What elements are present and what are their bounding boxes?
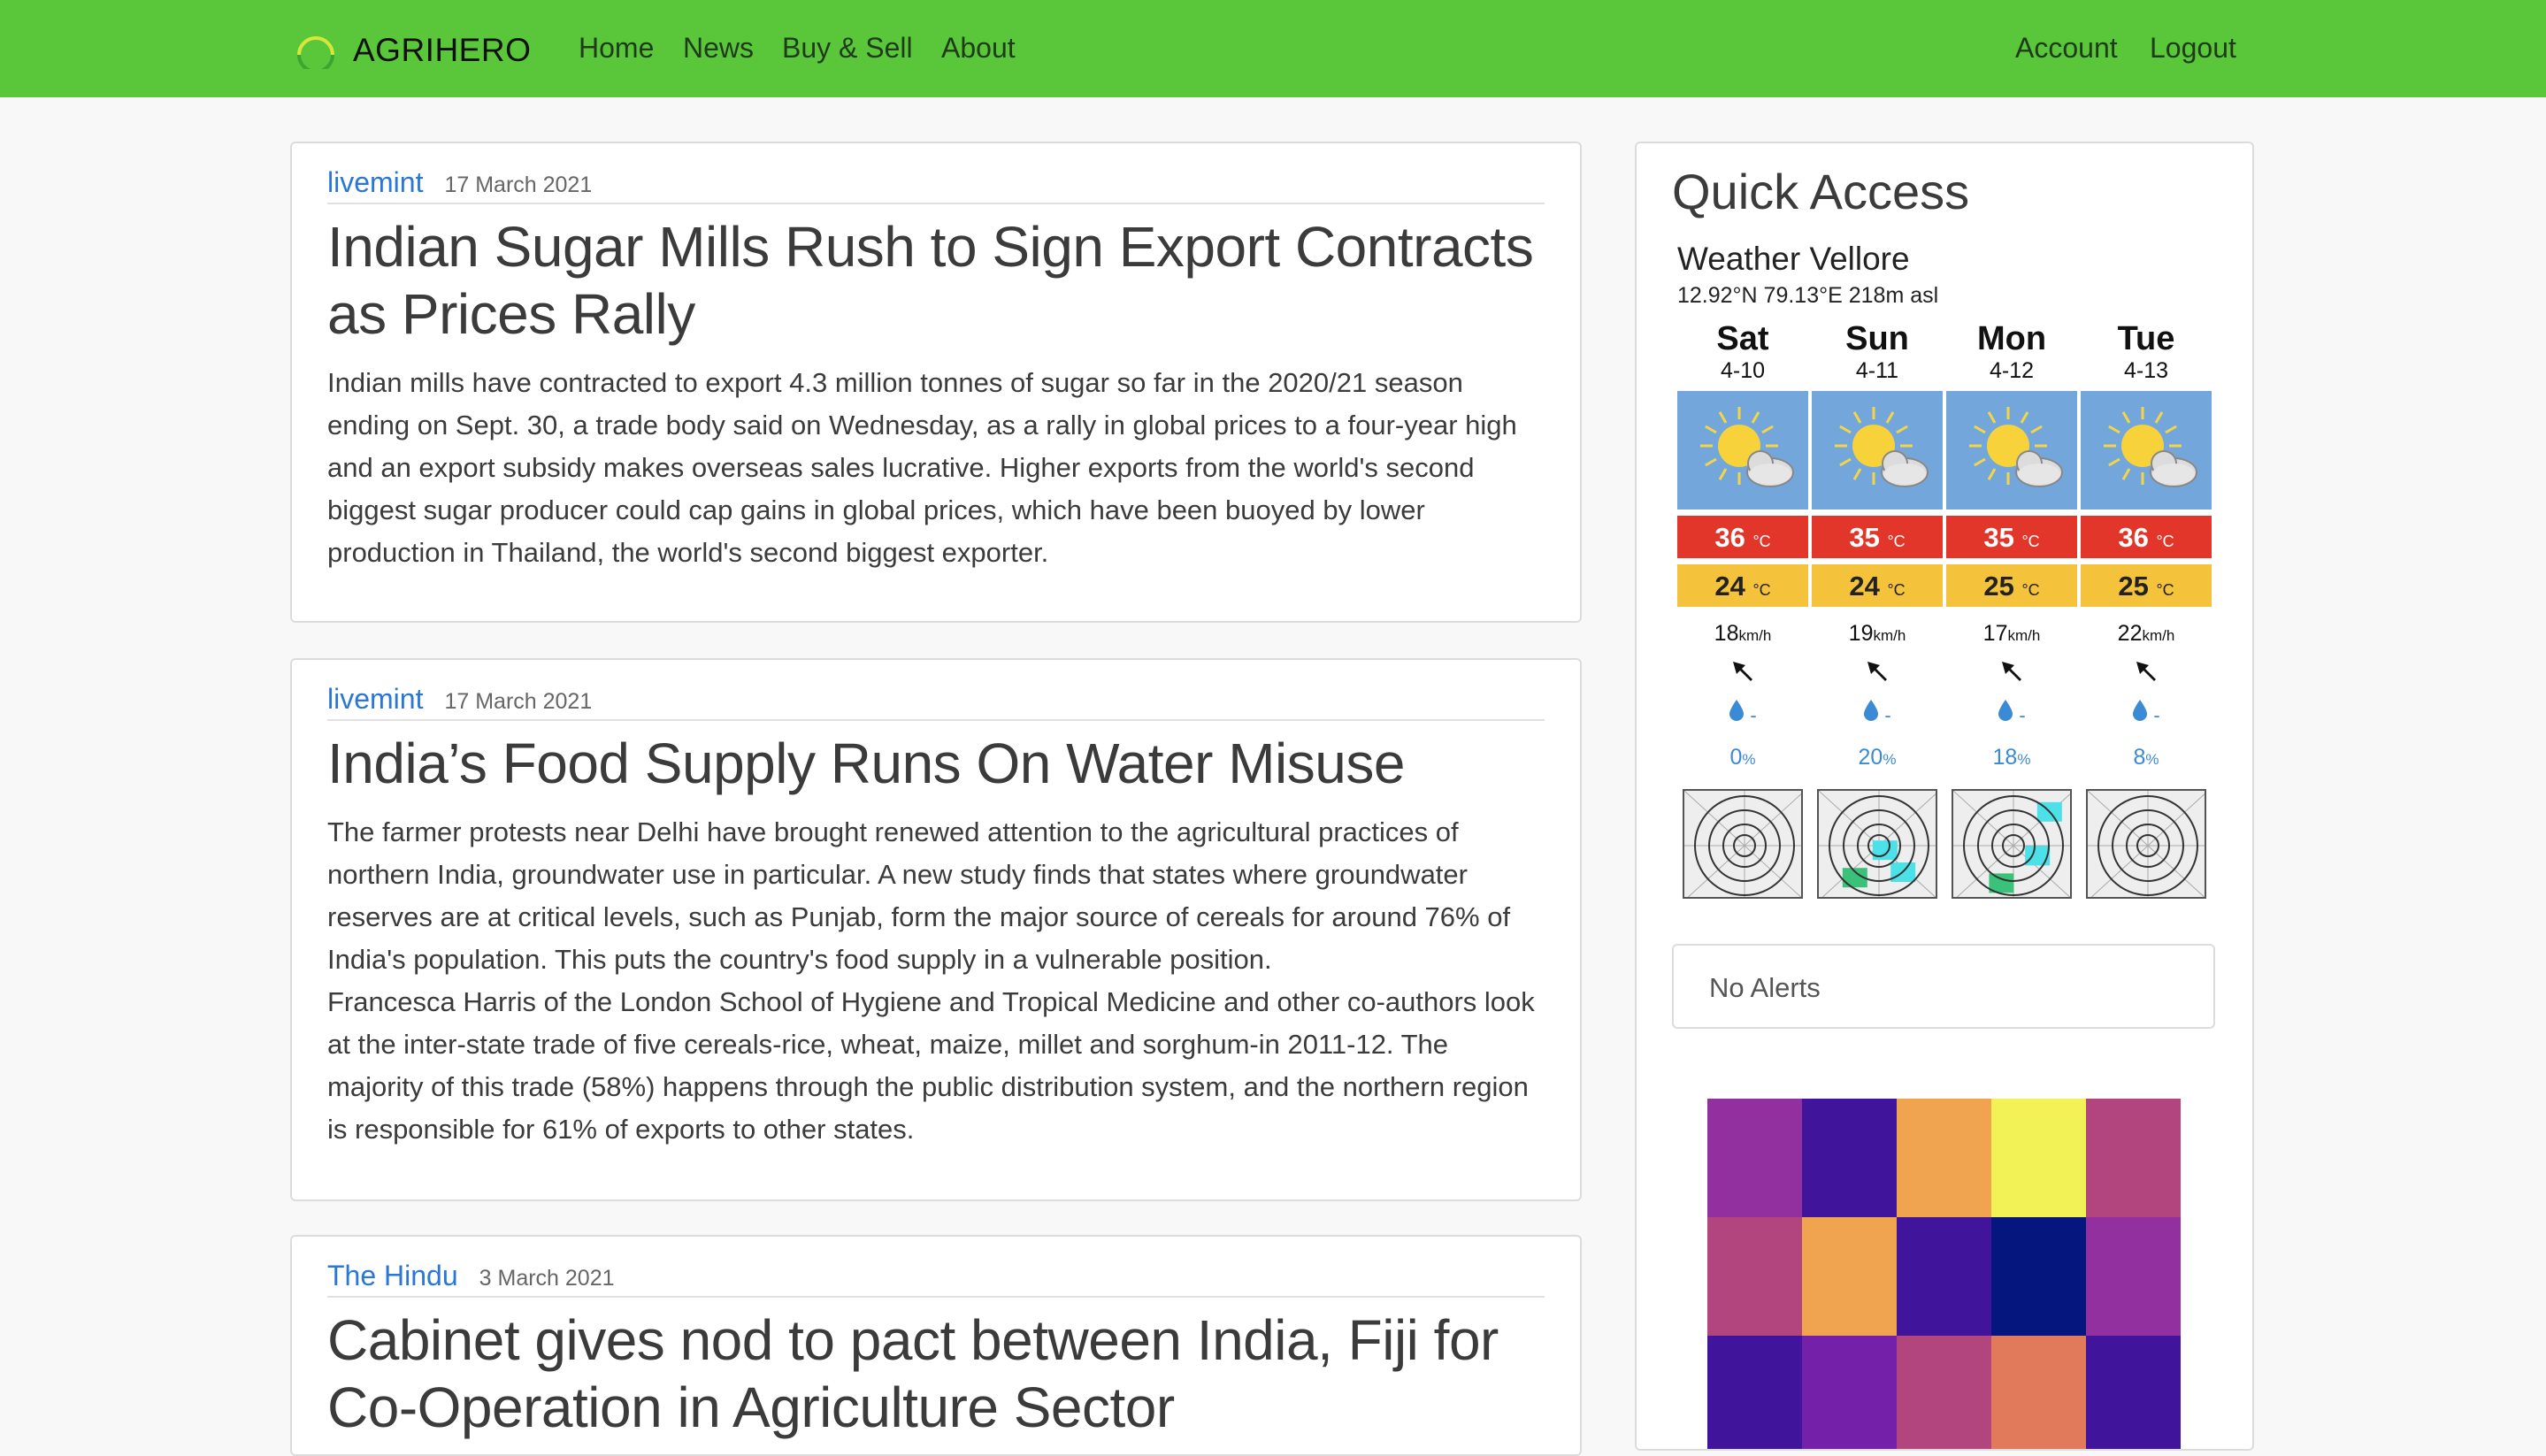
weather-day-date: 4-12: [1989, 358, 2035, 383]
max-temperature: 35 °C: [1812, 516, 1943, 558]
heatmap-cell: [1707, 1217, 1802, 1336]
precipitation-probability: 20%: [1858, 745, 1897, 770]
article-title[interactable]: India’s Food Supply Runs On Water Misuse: [327, 730, 1545, 797]
weather-day-name: Sat: [1716, 320, 1769, 357]
heatmap-cell: [1897, 1336, 1991, 1449]
nav-logout-link[interactable]: Logout: [2150, 32, 2236, 65]
alerts-text: No Alerts: [1709, 972, 1821, 1003]
sun-cloud-icon: [1946, 391, 2077, 510]
max-temperature: 36 °C: [1677, 516, 1808, 558]
brand[interactable]: AGRIHERO: [295, 27, 531, 73]
heatmap-cell: [2086, 1217, 2181, 1336]
news-card: livemint 17 March 2021 India’s Food Supp…: [290, 658, 1582, 1201]
sun-cloud-icon: [2081, 391, 2212, 510]
article-date: 17 March 2021: [444, 172, 593, 197]
wind-speed: 17km/h: [1982, 621, 2041, 646]
precipitation-probability: 8%: [2133, 745, 2159, 770]
heatmap-cell: [1802, 1099, 1897, 1217]
wind-direction-arrow-icon: [1677, 658, 1808, 689]
raindrop-icon: -: [1946, 699, 2077, 727]
news-card: livemint 17 March 2021 Indian Sugar Mill…: [290, 142, 1582, 623]
weather-day-name: Sun: [1845, 320, 1909, 357]
nav-account-link[interactable]: Account: [2015, 32, 2118, 65]
raindrop-icon: -: [1812, 699, 1943, 727]
heatmap-cell: [1707, 1336, 1802, 1449]
heatmap-cell: [1897, 1099, 1991, 1217]
max-temperature: 36 °C: [2081, 516, 2212, 558]
article-source-link[interactable]: livemint: [327, 683, 423, 716]
heatmap-cell: [2086, 1099, 2181, 1217]
heatmap-cell: [1897, 1217, 1991, 1336]
article-title[interactable]: Indian Sugar Mills Rush to Sign Export C…: [327, 213, 1545, 348]
article-body-paragraph: The farmer protests near Delhi have brou…: [327, 816, 1511, 975]
sun-cloud-icon: [1677, 391, 1808, 510]
weather-day-header: Tue 4-13: [2081, 320, 2212, 384]
article-date: 17 March 2021: [444, 689, 593, 714]
min-temperature: 24 °C: [1812, 564, 1943, 607]
article-title[interactable]: Cabinet gives nod to pact between India,…: [327, 1307, 1545, 1441]
wind-speed: 18km/h: [1714, 621, 1772, 646]
weather-day-header: Sun 4-11: [1812, 320, 1943, 384]
nav-home-link[interactable]: Home: [579, 32, 654, 65]
brand-logo-icon: [295, 27, 337, 73]
raindrop-icon: -: [2081, 699, 2212, 727]
article-body: Indian mills have contracted to export 4…: [327, 367, 1517, 568]
heatmap-cell: [1991, 1336, 2086, 1449]
weather-day-name: Mon: [1976, 320, 2047, 357]
article-source-link[interactable]: The Hindu: [327, 1260, 458, 1292]
news-card: The Hindu 3 March 2021 Cabinet gives nod…: [290, 1235, 1582, 1456]
wind-direction-arrow-icon: [1812, 658, 1943, 689]
max-temperature: 35 °C: [1946, 516, 2077, 558]
weather-day-header: Mon 4-12: [1946, 320, 2077, 384]
nav-buy-sell-link[interactable]: Buy & Sell: [782, 32, 913, 65]
weather-day-name: Tue: [2117, 320, 2175, 357]
precipitation-probability: 0%: [1729, 745, 1756, 770]
weather-coordinates: 12.92°N 79.13°E 218m asl: [1677, 283, 1939, 308]
article-body-paragraph: Francesca Harris of the London School of…: [327, 986, 1535, 1145]
weather-day-date: 4-13: [2123, 358, 2169, 383]
heatmap-cell: [1707, 1099, 1802, 1217]
rain-radar-map[interactable]: [1817, 789, 1937, 899]
wind-direction-arrow-icon: [2081, 658, 2212, 689]
brand-name: AGRIHERO: [353, 31, 532, 68]
weather-day-date: 4-10: [1720, 358, 1766, 383]
wind-direction-arrow-icon: [1946, 658, 2077, 689]
rain-radar-map[interactable]: [1683, 789, 1803, 899]
heatmap-cell: [1991, 1099, 2086, 1217]
wind-speed: 19km/h: [1848, 621, 1906, 646]
nav-news-link[interactable]: News: [683, 32, 754, 65]
min-temperature: 24 °C: [1677, 564, 1808, 607]
min-temperature: 25 °C: [1946, 564, 2077, 607]
article-meta: livemint 17 March 2021: [327, 166, 1545, 204]
quick-access-title: Quick Access: [1672, 164, 1970, 219]
rain-radar-map[interactable]: [1952, 789, 2072, 899]
raindrop-icon: -: [1677, 699, 1808, 727]
precipitation-probability: 18%: [1992, 745, 2031, 770]
heatmap-cell: [1802, 1336, 1897, 1449]
article-meta: The Hindu 3 March 2021: [327, 1260, 1545, 1298]
heatmap-cell: [2086, 1336, 2181, 1449]
weather-city: Weather Vellore: [1677, 241, 1910, 277]
top-navbar: AGRIHERO Home News Buy & Sell About Acco…: [0, 0, 2546, 97]
article-date: 3 March 2021: [479, 1266, 615, 1291]
article-meta: livemint 17 March 2021: [327, 683, 1545, 721]
min-temperature: 25 °C: [2081, 564, 2212, 607]
heatmap-cell: [1802, 1217, 1897, 1336]
weather-day-header: Sat 4-10: [1677, 320, 1808, 384]
nav-about-link[interactable]: About: [941, 32, 1016, 65]
heatmap-cell: [1991, 1217, 2086, 1336]
wind-speed: 22km/h: [2117, 621, 2175, 646]
alerts-box: No Alerts: [1672, 944, 2215, 1029]
sun-cloud-icon: [1812, 391, 1943, 510]
weather-day-date: 4-11: [1855, 358, 1899, 383]
rain-radar-map[interactable]: [2086, 789, 2206, 899]
article-source-link[interactable]: livemint: [327, 166, 423, 199]
quick-access-panel: Quick Access Weather Vellore 12.92°N 79.…: [1635, 142, 2254, 1451]
